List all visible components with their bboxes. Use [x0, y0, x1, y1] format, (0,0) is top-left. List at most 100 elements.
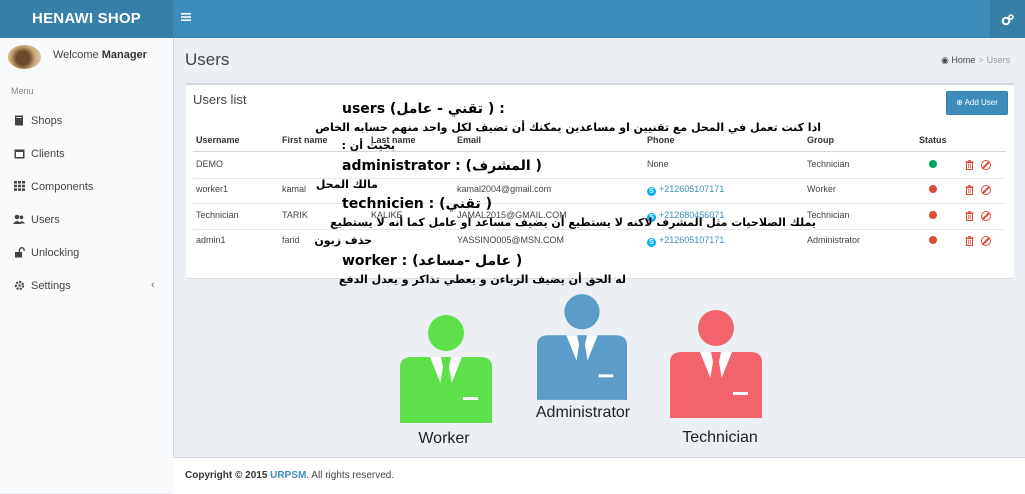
cell-email: YASSINO005@MSN.COM — [457, 235, 564, 245]
bars-icon[interactable] — [180, 10, 196, 26]
status-dot — [929, 211, 937, 219]
sidebar-item-label: Components — [31, 181, 94, 193]
box-title: Users list — [193, 92, 247, 107]
add-user-label: Add User — [964, 98, 998, 107]
cell-first-name: TARIK — [282, 210, 308, 220]
rights-text: . All rights reserved. — [306, 470, 395, 481]
unlock-icon — [13, 247, 25, 259]
worker-head — [428, 315, 464, 351]
overlay-users-description-2: بحيث أن : — [341, 139, 395, 152]
column-header-phone[interactable]: Phone — [647, 135, 675, 145]
administrator-role-icon — [537, 294, 627, 400]
page-title: Users — [185, 50, 230, 69]
welcome-text: Welcome Manager — [53, 49, 147, 61]
breadcrumb-home[interactable]: Home — [951, 55, 975, 65]
breadcrumb-separator: > — [978, 55, 984, 65]
block-user-icon[interactable] — [981, 236, 991, 246]
skype-icon: S — [647, 238, 656, 247]
chevron-left-icon: ‹ — [151, 279, 155, 291]
cell-username: Technician — [196, 210, 239, 220]
trash-icon[interactable] — [965, 211, 974, 221]
cell-email: kamal2004@gmail.com — [457, 184, 552, 194]
book-icon — [13, 115, 25, 127]
footer: Copyright © 2015 URPSM. All rights reser… — [173, 457, 1025, 494]
row-divider — [193, 229, 1006, 230]
sidebar-item-label: Users — [31, 214, 60, 226]
grid-icon — [13, 181, 25, 193]
breadcrumb: ◉ Home > Users — [941, 55, 1010, 66]
column-header-group[interactable]: Group — [807, 135, 834, 145]
skype-icon: S — [647, 187, 656, 196]
app-logo[interactable]: HENAWI SHOP — [0, 0, 173, 38]
role-label-technician: Technician — [682, 429, 758, 446]
column-header-status[interactable]: Status — [919, 135, 947, 145]
sidebar-item-components[interactable]: Components — [0, 171, 173, 204]
overlay-technician-heading: technicien : (تقني ) — [342, 196, 493, 212]
header-divider — [193, 151, 1006, 152]
cell-first-name: farid — [282, 235, 300, 245]
status-dot — [929, 185, 937, 193]
sidebar-item-label: Settings — [31, 280, 71, 292]
sidebar-item-label: Shops — [31, 115, 63, 127]
avatar — [8, 45, 41, 69]
sidebar-item-settings[interactable]: Settings ‹ — [0, 270, 173, 303]
phone-number: +212605107171 — [659, 184, 725, 194]
column-header-email[interactable]: Email — [457, 135, 481, 145]
overlay-admin-heading: administrator : (المشرف ) — [342, 158, 542, 174]
overlay-technician-description-2: حذف زبون — [314, 234, 372, 247]
cell-group: Worker — [807, 184, 836, 194]
add-user-button[interactable]: ⊕ Add User — [946, 91, 1008, 115]
overlay-users-heading: users (تقني - عامل ) : — [342, 101, 505, 117]
column-header-username[interactable]: Username — [196, 135, 240, 145]
block-user-icon[interactable] — [981, 160, 991, 170]
technician-role-icon — [670, 310, 762, 418]
cell-first-name: kamal — [282, 184, 307, 194]
sidebar-item-label: Clients — [31, 148, 65, 160]
status-dot — [929, 160, 937, 168]
welcome-prefix: Welcome — [53, 49, 99, 61]
copyright-label: Copyright © 2015 — [185, 470, 268, 481]
technician-head — [698, 310, 734, 346]
cell-username: admin1 — [196, 235, 226, 245]
row-divider — [193, 203, 1006, 204]
copyright-text: Copyright © 2015 URPSM. All rights reser… — [185, 470, 394, 481]
menu-heading: Menu — [11, 86, 34, 96]
sidebar-item-clients[interactable]: Clients — [0, 138, 173, 171]
trash-icon[interactable] — [965, 185, 974, 195]
trash-icon[interactable] — [965, 236, 974, 246]
calendar-icon — [13, 148, 25, 160]
plus-circle-icon: ⊕ — [956, 98, 963, 107]
overlay-users-description: اذا كنت تعمل في المحل مع تقنيين او مساعد… — [315, 121, 821, 134]
overlay-worker-heading: worker : (عامل -مساعد ) — [342, 253, 523, 269]
worker-role-icon — [400, 315, 492, 423]
status-dot — [929, 236, 937, 244]
breadcrumb-current: Users — [986, 55, 1011, 65]
cogs-icon[interactable] — [990, 0, 1025, 38]
cell-username: DEMO — [196, 159, 223, 169]
cell-phone[interactable]: S +212605107171 — [647, 184, 724, 196]
users-list-box: Users list ⊕ Add User Username First nam… — [186, 83, 1014, 278]
sidebar-item-users[interactable]: Users — [0, 204, 173, 237]
role-label-worker: Worker — [418, 430, 470, 447]
cell-phone[interactable]: S +212605107171 — [647, 235, 724, 247]
brand-link[interactable]: URPSM — [270, 470, 306, 481]
administrator-head — [564, 294, 600, 330]
sidebar: Welcome Manager Menu Shops Clients Compo… — [0, 38, 174, 493]
cell-group: Technician — [807, 159, 850, 169]
block-user-icon[interactable] — [981, 185, 991, 195]
dashboard-icon: ◉ — [941, 55, 949, 65]
column-header-first-name[interactable]: First name — [282, 135, 328, 145]
sidebar-item-label: Unlocking — [31, 247, 80, 259]
overlay-technician-description: يملك الصلاحيات مثل المشرف لاكنه لا يستطي… — [330, 216, 816, 229]
sidebar-item-unlocking[interactable]: Unlocking — [0, 237, 173, 270]
welcome-user: Manager — [101, 49, 147, 61]
role-label-administrator: Administrator — [535, 404, 631, 421]
sidebar-item-shops[interactable]: Shops — [0, 105, 173, 138]
phone-number: +212605107171 — [659, 235, 725, 245]
block-user-icon[interactable] — [981, 211, 991, 221]
gear-icon — [13, 280, 25, 292]
users-icon — [13, 214, 25, 226]
trash-icon[interactable] — [965, 160, 974, 170]
top-navbar: HENAWI SHOP — [0, 0, 1025, 38]
cell-username: worker1 — [196, 184, 229, 194]
